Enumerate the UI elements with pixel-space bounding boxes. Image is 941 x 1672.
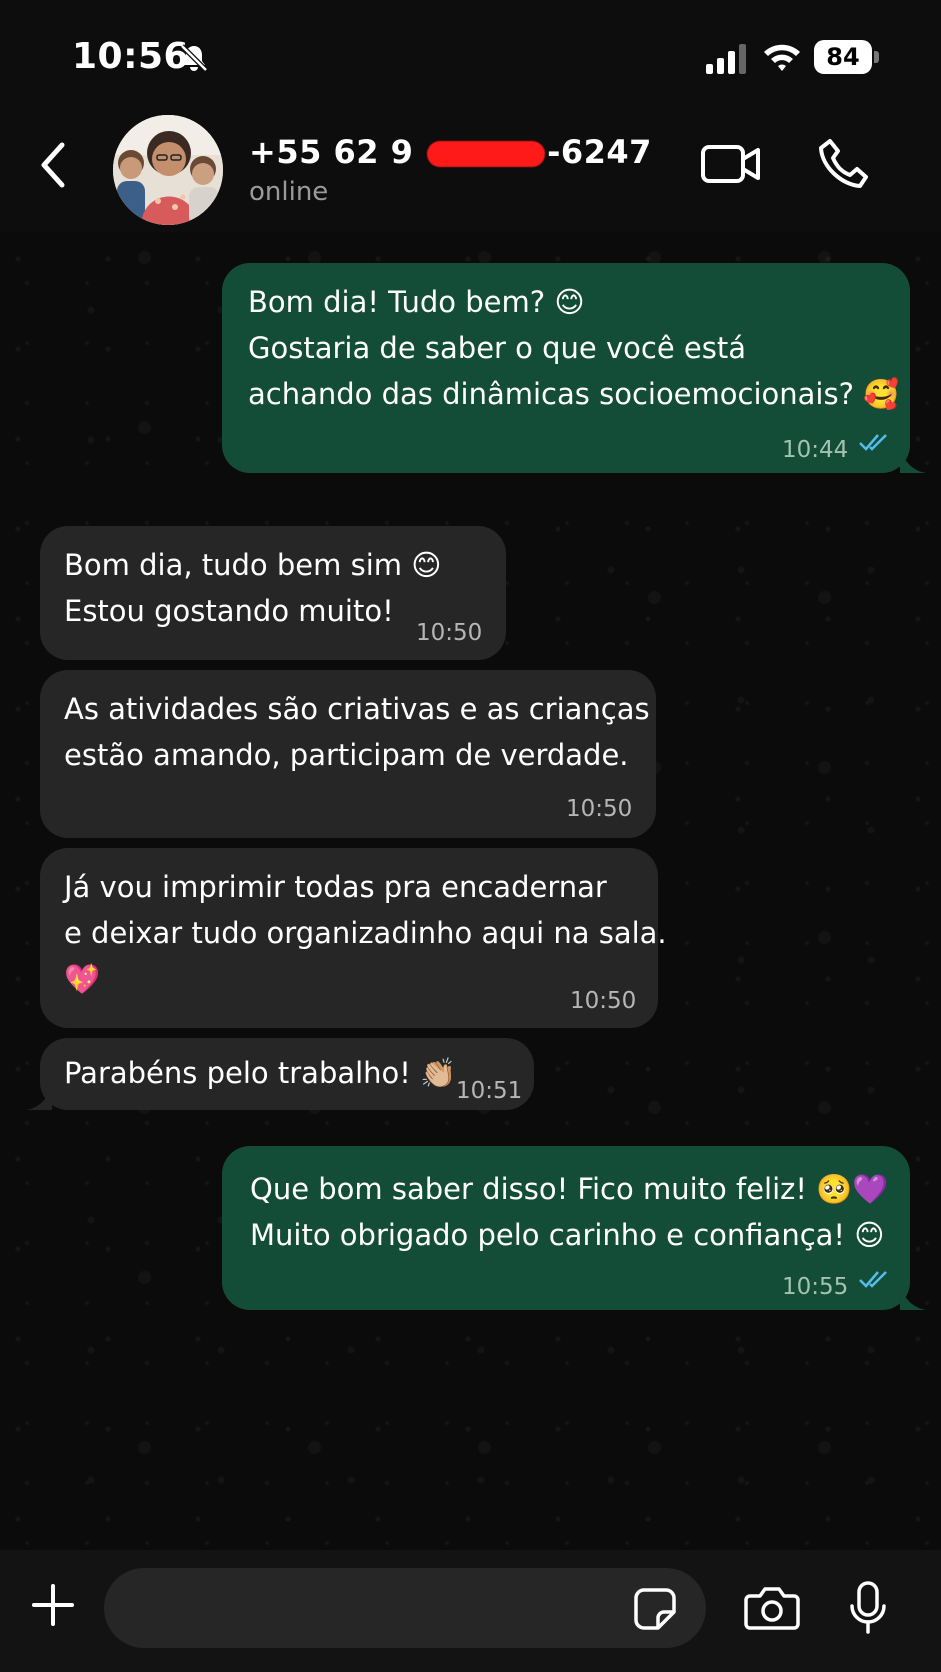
status-bar: 10:56 84 — [0, 0, 941, 115]
message-text: Que bom saber disso! Fico muito feliz! 🥺… — [250, 1172, 889, 1206]
status-time: 10:56 — [72, 36, 190, 77]
message-text: Bom dia! Tudo bem? 😊 — [248, 285, 585, 319]
back-chevron-icon[interactable] — [34, 137, 74, 193]
bell-off-icon — [180, 44, 208, 72]
composer-bar — [0, 1550, 941, 1672]
message-time: 10:50 — [570, 988, 637, 1014]
message-text: As atividades são criativas e as criança… — [64, 692, 650, 726]
chat-header: +55 62 9 -6247 online — [0, 115, 941, 232]
redaction-mark — [427, 141, 546, 167]
message-text: Muito obrigado pelo carinho e confiança!… — [250, 1218, 885, 1252]
message-time: 10:44 — [782, 437, 849, 463]
signal-icon — [706, 44, 746, 74]
message-text: achando das dinâmicas socioemocionais? 🥰 — [248, 377, 900, 411]
message-time: 10:55 — [782, 1274, 849, 1300]
read-receipt-icon — [859, 1271, 887, 1288]
message-text: Bom dia, tudo bem sim 😊 — [64, 548, 442, 582]
message-text: e deixar tudo organizadinho aqui na sala… — [64, 916, 667, 950]
read-receipt-icon — [859, 434, 887, 451]
phone-icon[interactable] — [816, 137, 870, 191]
message-text: estão amando, participam de verdade. — [64, 738, 629, 772]
battery-icon: 84 — [814, 40, 880, 76]
avatar[interactable] — [113, 115, 223, 225]
camera-icon[interactable] — [744, 1584, 800, 1630]
chat-area: Bom dia! Tudo bem? 😊 Gostaria de saber o… — [0, 232, 941, 1550]
sticker-icon[interactable] — [632, 1586, 678, 1632]
message-time: 10:50 — [416, 620, 483, 646]
contact-number-prefix: +55 62 9 — [249, 133, 426, 171]
wifi-icon — [764, 44, 800, 71]
bubble-tail — [26, 1084, 52, 1110]
message-bubble-incoming[interactable]: Parabéns pelo trabalho! 👏🏼 10:51 — [40, 1038, 534, 1110]
contact-status: online — [249, 177, 329, 207]
message-time: 10:51 — [456, 1078, 523, 1104]
microphone-icon[interactable] — [848, 1580, 888, 1636]
message-text: Estou gostando muito! — [64, 594, 394, 628]
contact-number-suffix: -6247 — [547, 133, 652, 171]
message-bubble-incoming[interactable]: As atividades são criativas e as criança… — [40, 670, 656, 838]
message-input[interactable] — [104, 1568, 706, 1648]
video-call-icon[interactable] — [700, 141, 762, 187]
plus-icon[interactable] — [30, 1582, 76, 1628]
bubble-tail — [900, 1284, 926, 1310]
message-bubble-outgoing[interactable]: Bom dia! Tudo bem? 😊 Gostaria de saber o… — [222, 263, 910, 473]
message-text: Já vou imprimir todas pra encadernar — [64, 870, 607, 904]
message-bubble-incoming[interactable]: Bom dia, tudo bem sim 😊 Estou gostando m… — [40, 526, 506, 660]
message-bubble-incoming[interactable]: Já vou imprimir todas pra encadernar e d… — [40, 848, 667, 1028]
message-text: Parabéns pelo trabalho! 👏🏼 — [64, 1056, 457, 1090]
message-text: Gostaria de saber o que você está — [248, 331, 746, 365]
battery-level: 84 — [814, 40, 872, 74]
message-time: 10:50 — [566, 796, 633, 822]
bubble-tail — [900, 447, 926, 473]
message-bubble-outgoing[interactable]: Que bom saber disso! Fico muito feliz! 🥺… — [222, 1146, 910, 1310]
contact-name[interactable]: +55 62 9 -6247 — [249, 133, 652, 171]
